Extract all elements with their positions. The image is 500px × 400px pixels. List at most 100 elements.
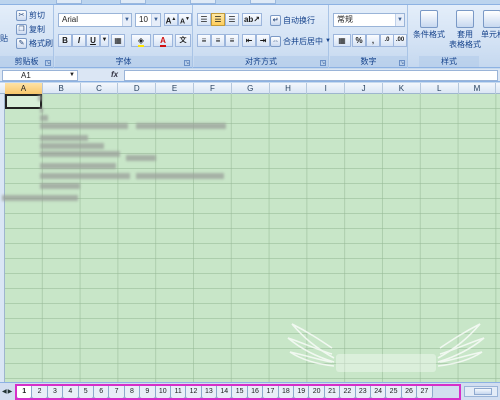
shrink-font-button[interactable]: A▼	[178, 13, 192, 26]
cut-button[interactable]: ✂ 剪切	[16, 8, 45, 22]
clipboard-dialog-launcher-icon[interactable]: ↘	[45, 60, 51, 66]
ribbon-tab[interactable]	[190, 0, 216, 4]
number-format-select[interactable]: 常规 ▼	[333, 13, 405, 27]
sheet-tab-10[interactable]: 10	[154, 386, 171, 399]
worksheet-grid[interactable]: ABCDEFGHIJKLM	[0, 83, 500, 382]
increase-decimal-button[interactable]: .0	[380, 34, 394, 47]
merge-center-button[interactable]: ⇔ 合并后居中 ▼	[270, 34, 331, 48]
sheet-tab-16[interactable]: 16	[246, 386, 264, 399]
sheet-tab-2[interactable]: 2	[31, 386, 48, 399]
format-as-table-button[interactable]: 套用 表格格式	[447, 8, 483, 52]
sheet-tab-23[interactable]: 23	[354, 386, 371, 399]
table-format-label-2: 表格格式	[449, 40, 481, 49]
align-middle-icon: ☰	[214, 15, 222, 24]
decrease-decimal-button[interactable]: .00	[393, 34, 407, 47]
column-header-m[interactable]: M	[459, 83, 497, 94]
align-center-button[interactable]: ≡	[211, 34, 225, 47]
obscured-text	[40, 143, 104, 149]
column-header-b[interactable]: B	[43, 83, 81, 94]
insert-function-icon[interactable]: fx	[111, 70, 118, 79]
chevron-down-icon: ▼	[151, 14, 160, 26]
font-name-select[interactable]: Arial ▼	[58, 13, 132, 27]
align-left-button[interactable]: ≡	[197, 34, 211, 47]
horizontal-scrollbar[interactable]	[464, 386, 498, 397]
comma-style-button[interactable]: ,	[366, 34, 380, 47]
format-painter-button[interactable]: ✎ 格式刷	[16, 36, 53, 50]
font-size-select[interactable]: 10 ▼	[135, 13, 161, 27]
conditional-format-button[interactable]: 条件格式	[411, 8, 447, 52]
obscured-text	[40, 107, 43, 113]
align-top-button[interactable]: ☰	[197, 13, 211, 26]
fill-color-button[interactable]: ◈	[131, 34, 151, 47]
wrap-text-button[interactable]: ↵ 自动换行	[270, 13, 315, 27]
next-sheet-icon[interactable]: ▶	[8, 389, 14, 395]
chevron-down-icon[interactable]: ▼	[69, 71, 75, 80]
accounting-format-button[interactable]: ▦	[333, 34, 351, 47]
column-header-g[interactable]: G	[232, 83, 270, 94]
scrollbar-thumb[interactable]	[474, 388, 492, 395]
copy-button[interactable]: ❐ 复制	[16, 22, 45, 36]
italic-button[interactable]: I	[72, 34, 86, 47]
name-box[interactable]: A1 ▼	[2, 70, 78, 81]
active-cell-a1[interactable]	[5, 94, 42, 109]
sheet-tab-7[interactable]: 7	[108, 386, 125, 399]
sheet-tab-25[interactable]: 25	[385, 386, 402, 399]
align-bottom-button[interactable]: ☰	[225, 13, 239, 26]
underline-button[interactable]: U	[86, 34, 100, 47]
column-header-k[interactable]: K	[383, 83, 421, 94]
column-header-a[interactable]: A	[5, 83, 43, 94]
sheet-tab-5[interactable]: 5	[77, 386, 94, 399]
font-color-button[interactable]: A	[153, 34, 173, 47]
align-left-icon: ≡	[201, 36, 207, 45]
font-dialog-launcher-icon[interactable]: ↘	[184, 60, 190, 66]
column-header-h[interactable]: H	[270, 83, 308, 94]
formula-bar: A1 ▼ fx	[0, 69, 500, 82]
column-header-f[interactable]: F	[194, 83, 232, 94]
sheet-tab-19[interactable]: 19	[293, 386, 310, 399]
sheet-tab-8[interactable]: 8	[123, 386, 141, 399]
sheet-tab-22[interactable]: 22	[339, 386, 356, 399]
paste-button[interactable]: 贴	[0, 31, 8, 45]
sheet-tab-26[interactable]: 26	[400, 386, 418, 399]
underline-dropdown-icon[interactable]: ▼	[100, 34, 109, 47]
number-dialog-launcher-icon[interactable]: ↘	[399, 60, 405, 66]
column-header-j[interactable]: J	[345, 83, 383, 94]
percent-button[interactable]: %	[352, 34, 366, 47]
border-button[interactable]: ▦	[111, 34, 125, 47]
grow-font-button[interactable]: A▲	[164, 13, 178, 26]
column-header-d[interactable]: D	[118, 83, 157, 94]
ribbon-tab[interactable]	[56, 0, 82, 4]
sheet-tab-15[interactable]: 15	[231, 386, 248, 399]
sheet-tab-18[interactable]: 18	[277, 386, 295, 399]
column-header-i[interactable]: I	[307, 83, 346, 94]
formula-input[interactable]	[124, 70, 498, 81]
sheet-tab-21[interactable]: 21	[323, 386, 341, 399]
ribbon-tab[interactable]	[120, 0, 146, 4]
sheet-tab-20[interactable]: 20	[308, 386, 325, 399]
decrease-indent-button[interactable]: ⇤	[242, 34, 256, 47]
align-right-button[interactable]: ≡	[225, 34, 239, 47]
column-header-l[interactable]: L	[421, 83, 459, 94]
cell-styles-button[interactable]: 单元格	[481, 8, 500, 52]
column-header-c[interactable]: C	[81, 83, 119, 94]
sheet-tab-3[interactable]: 3	[46, 386, 64, 399]
sheet-tab-24[interactable]: 24	[369, 386, 387, 399]
align-middle-button[interactable]: ☰	[211, 13, 225, 26]
sheet-tab-11[interactable]: 11	[169, 386, 187, 399]
sheet-tab-27[interactable]: 27	[416, 386, 433, 399]
sheet-tab-1[interactable]: 1	[16, 386, 33, 399]
sheet-tab-9[interactable]: 9	[139, 386, 156, 399]
sheet-tab-14[interactable]: 14	[216, 386, 233, 399]
sheet-tab-4[interactable]: 4	[62, 386, 79, 399]
ribbon-tab[interactable]	[250, 0, 276, 4]
orientation-button[interactable]: ab↗	[242, 13, 262, 26]
increase-indent-button[interactable]: ⇥	[256, 34, 270, 47]
alignment-dialog-launcher-icon[interactable]: ↘	[320, 60, 326, 66]
sheet-tab-17[interactable]: 17	[262, 386, 279, 399]
phonetic-button[interactable]: 文	[175, 34, 191, 47]
sheet-tab-12[interactable]: 12	[185, 386, 202, 399]
sheet-tab-6[interactable]: 6	[92, 386, 110, 399]
bold-button[interactable]: B	[58, 34, 72, 47]
column-header-e[interactable]: E	[156, 83, 194, 94]
sheet-tab-13[interactable]: 13	[200, 386, 218, 399]
